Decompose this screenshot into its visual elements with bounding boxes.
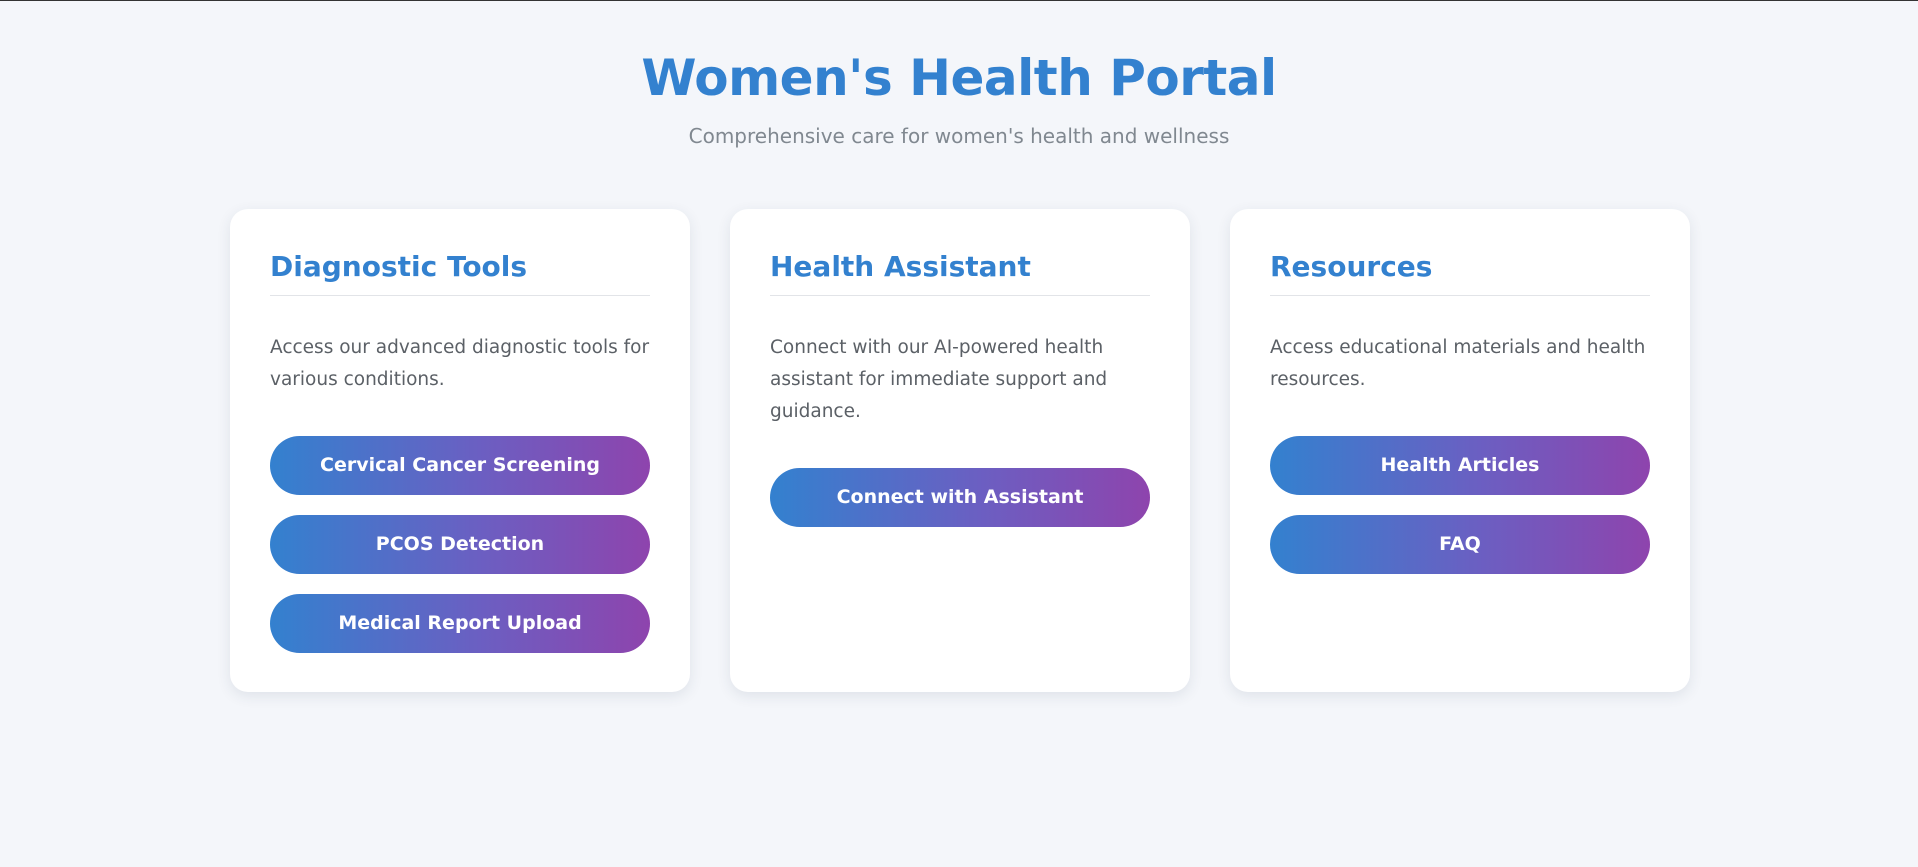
diagnostic-tools-card: Diagnostic Tools Access our advanced dia…	[230, 209, 690, 692]
resources-card: Resources Access educational materials a…	[1230, 209, 1690, 692]
faq-button[interactable]: FAQ	[1270, 515, 1650, 574]
card-title: Diagnostic Tools	[270, 249, 650, 296]
card-description: Access our advanced diagnostic tools for…	[270, 337, 650, 390]
page-header: Women's Health Portal Comprehensive care…	[0, 1, 1918, 149]
connect-with-assistant-button[interactable]: Connect with Assistant	[770, 468, 1150, 527]
button-group: Health Articles FAQ	[1270, 436, 1650, 574]
card-description: Connect with our AI-powered health assis…	[770, 337, 1108, 422]
health-assistant-card: Health Assistant Connect with our AI-pow…	[730, 209, 1190, 692]
health-articles-button[interactable]: Health Articles	[1270, 436, 1650, 495]
card-grid: Diagnostic Tools Access our advanced dia…	[230, 209, 1690, 692]
pcos-detection-button[interactable]: PCOS Detection	[270, 515, 650, 574]
card-description: Access educational materials and health …	[1270, 337, 1646, 390]
cervical-cancer-screening-button[interactable]: Cervical Cancer Screening	[270, 436, 650, 495]
medical-report-upload-button[interactable]: Medical Report Upload	[270, 594, 650, 653]
button-group: Connect with Assistant	[770, 468, 1150, 527]
page-title: Women's Health Portal	[641, 49, 1277, 107]
card-title: Health Assistant	[770, 249, 1150, 296]
page-subtitle: Comprehensive care for women's health an…	[688, 124, 1230, 148]
button-group: Cervical Cancer Screening PCOS Detection…	[270, 436, 650, 653]
card-title: Resources	[1270, 249, 1650, 296]
